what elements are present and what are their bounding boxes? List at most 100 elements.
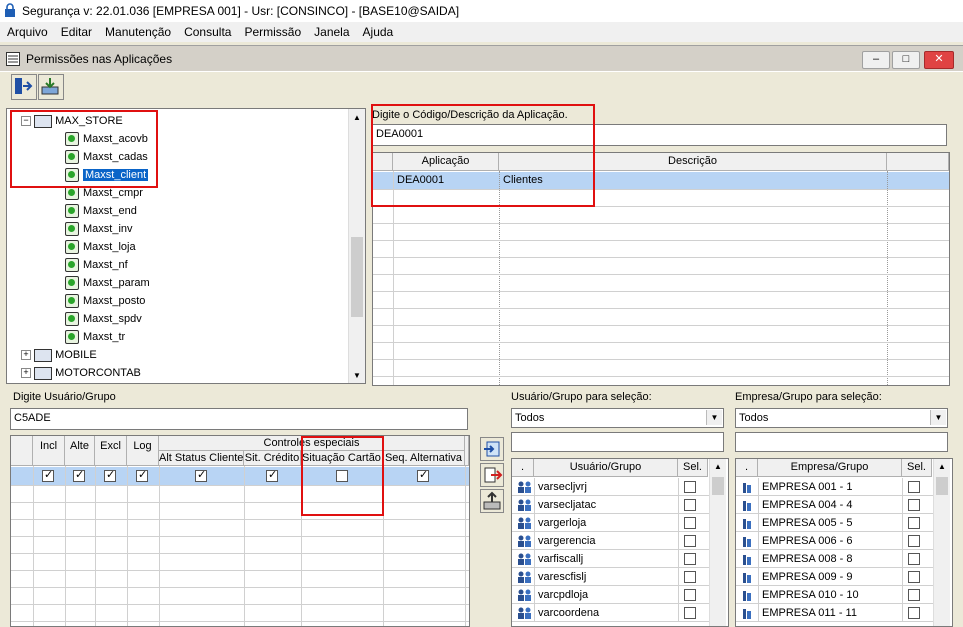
- select-checkbox[interactable]: [684, 589, 696, 601]
- menu-manutencao[interactable]: Manutenção: [98, 22, 177, 39]
- checkbox-seq-alternativa[interactable]: [417, 468, 429, 482]
- checkbox-excl[interactable]: [104, 468, 116, 482]
- scroll-down-icon[interactable]: ▼: [353, 371, 361, 380]
- list-item[interactable]: EMPRESA 004 - 4: [736, 496, 933, 514]
- select-checkbox[interactable]: [684, 607, 696, 619]
- tree-node-motorcontab[interactable]: + MOTORCONTAB: [21, 364, 141, 382]
- select-checkbox[interactable]: [908, 607, 920, 619]
- menu-janela[interactable]: Janela: [307, 22, 355, 39]
- list-item[interactable]: vargerencia: [512, 532, 709, 550]
- list-item-label: EMPRESA 004 - 4: [762, 499, 853, 511]
- export-button[interactable]: [480, 489, 504, 513]
- company-group-filter-input[interactable]: [735, 432, 948, 452]
- list-item[interactable]: EMPRESA 001 - 1: [736, 478, 933, 496]
- tree-leaf[interactable]: Maxst_loja: [65, 238, 136, 256]
- menu-ajuda[interactable]: Ajuda: [356, 22, 400, 39]
- tree-scrollbar[interactable]: ▲ ▼: [348, 109, 365, 383]
- tree-leaf[interactable]: Maxst_posto: [65, 292, 145, 310]
- checkbox-sit-credito[interactable]: [266, 468, 278, 482]
- scroll-up-icon[interactable]: ▲: [353, 113, 361, 122]
- select-checkbox[interactable]: [908, 535, 920, 547]
- list-item[interactable]: varsecljatac: [512, 496, 709, 514]
- user-group-icon: [517, 553, 533, 568]
- select-checkbox[interactable]: [684, 553, 696, 565]
- list-item[interactable]: EMPRESA 006 - 6: [736, 532, 933, 550]
- menu-editar[interactable]: Editar: [54, 22, 98, 39]
- maximize-button[interactable]: □: [892, 51, 920, 69]
- list-item[interactable]: varfiscallj: [512, 550, 709, 568]
- user-group-combo[interactable]: Todos ▼: [511, 408, 724, 428]
- list-item[interactable]: EMPRESA 008 - 8: [736, 550, 933, 568]
- tree-leaf[interactable]: Maxst_tr: [65, 328, 125, 346]
- save-button[interactable]: [38, 74, 64, 100]
- select-checkbox[interactable]: [908, 517, 920, 529]
- list-item[interactable]: varescfislj: [512, 568, 709, 586]
- select-checkbox[interactable]: [684, 481, 696, 493]
- user-search-input[interactable]: C5ADE: [10, 408, 468, 430]
- col-header-seq-alternativa[interactable]: Seq. Alternativa: [383, 451, 465, 466]
- list-item[interactable]: EMPRESA 005 - 5: [736, 514, 933, 532]
- select-checkbox[interactable]: [908, 499, 920, 511]
- list-item[interactable]: varsecljvrj: [512, 478, 709, 496]
- expand-icon[interactable]: +: [21, 350, 31, 361]
- select-checkbox[interactable]: [908, 571, 920, 583]
- menu-permissao[interactable]: Permissão: [237, 22, 307, 39]
- menu-consulta[interactable]: Consulta: [177, 22, 237, 39]
- col-header-empresa-grupo[interactable]: Empresa/Grupo: [758, 459, 902, 477]
- tree-leaf-label: Maxst_posto: [83, 295, 146, 307]
- user-group-scrollbar[interactable]: ▲: [709, 459, 726, 626]
- tree-leaf[interactable]: Maxst_inv: [65, 220, 133, 238]
- col-header-usuario-grupo[interactable]: Usuário/Grupo: [534, 459, 678, 477]
- user-group-filter-input[interactable]: [511, 432, 724, 452]
- col-header-excl[interactable]: Excl: [95, 436, 127, 466]
- col-header-alt-status[interactable]: Alt Status Cliente: [159, 451, 244, 466]
- minimize-button[interactable]: –: [862, 51, 890, 69]
- col-header-sel[interactable]: Sel.: [678, 459, 708, 477]
- select-checkbox[interactable]: [684, 571, 696, 583]
- scroll-thumb[interactable]: [936, 477, 948, 495]
- list-item[interactable]: EMPRESA 009 - 9: [736, 568, 933, 586]
- select-checkbox[interactable]: [684, 517, 696, 529]
- select-checkbox[interactable]: [684, 499, 696, 511]
- close-button[interactable]: ✕: [924, 51, 954, 69]
- exit-button[interactable]: [11, 74, 37, 100]
- checkbox-alte[interactable]: [73, 468, 85, 482]
- table-row[interactable]: [11, 467, 469, 485]
- tree-leaf[interactable]: Maxst_nf: [65, 256, 128, 274]
- company-icon: [741, 499, 753, 514]
- tree-leaf[interactable]: Maxst_end: [65, 202, 137, 220]
- scroll-up-icon[interactable]: ▲: [714, 462, 722, 471]
- checkbox-incl[interactable]: [42, 468, 54, 482]
- scroll-thumb[interactable]: [351, 237, 363, 317]
- select-checkbox[interactable]: [908, 589, 920, 601]
- company-icon: [741, 517, 753, 532]
- list-item[interactable]: EMPRESA 010 - 10: [736, 586, 933, 604]
- col-header-sit-credito[interactable]: Sit. Crédito: [244, 451, 301, 466]
- list-item[interactable]: EMPRESA 011 - 11: [736, 604, 933, 622]
- tree-leaf[interactable]: Maxst_spdv: [65, 310, 142, 328]
- col-header-log[interactable]: Log: [127, 436, 159, 466]
- company-group-scrollbar[interactable]: ▲: [933, 459, 950, 626]
- list-item[interactable]: vargerloja: [512, 514, 709, 532]
- select-checkbox[interactable]: [908, 481, 920, 493]
- add-selected-button[interactable]: [480, 437, 504, 461]
- company-group-combo[interactable]: Todos ▼: [735, 408, 948, 428]
- list-item[interactable]: varcoordena: [512, 604, 709, 622]
- select-checkbox[interactable]: [684, 535, 696, 547]
- expand-icon[interactable]: +: [21, 368, 31, 379]
- tree-node-mobile[interactable]: + MOBILE: [21, 346, 97, 364]
- menu-arquivo[interactable]: Arquivo: [0, 22, 54, 39]
- col-header-sel[interactable]: Sel.: [902, 459, 932, 477]
- col-header-alte[interactable]: Alte: [65, 436, 95, 466]
- remove-selected-button[interactable]: [480, 463, 504, 487]
- chevron-down-icon[interactable]: ▼: [706, 410, 722, 425]
- checkbox-alt-status[interactable]: [195, 468, 207, 482]
- scroll-up-icon[interactable]: ▲: [938, 462, 946, 471]
- tree-leaf[interactable]: Maxst_param: [65, 274, 150, 292]
- col-header-incl[interactable]: Incl: [33, 436, 65, 466]
- select-checkbox[interactable]: [908, 553, 920, 565]
- chevron-down-icon[interactable]: ▼: [930, 410, 946, 425]
- list-item[interactable]: varcpdloja: [512, 586, 709, 604]
- scroll-thumb[interactable]: [712, 477, 724, 495]
- checkbox-log[interactable]: [136, 468, 148, 482]
